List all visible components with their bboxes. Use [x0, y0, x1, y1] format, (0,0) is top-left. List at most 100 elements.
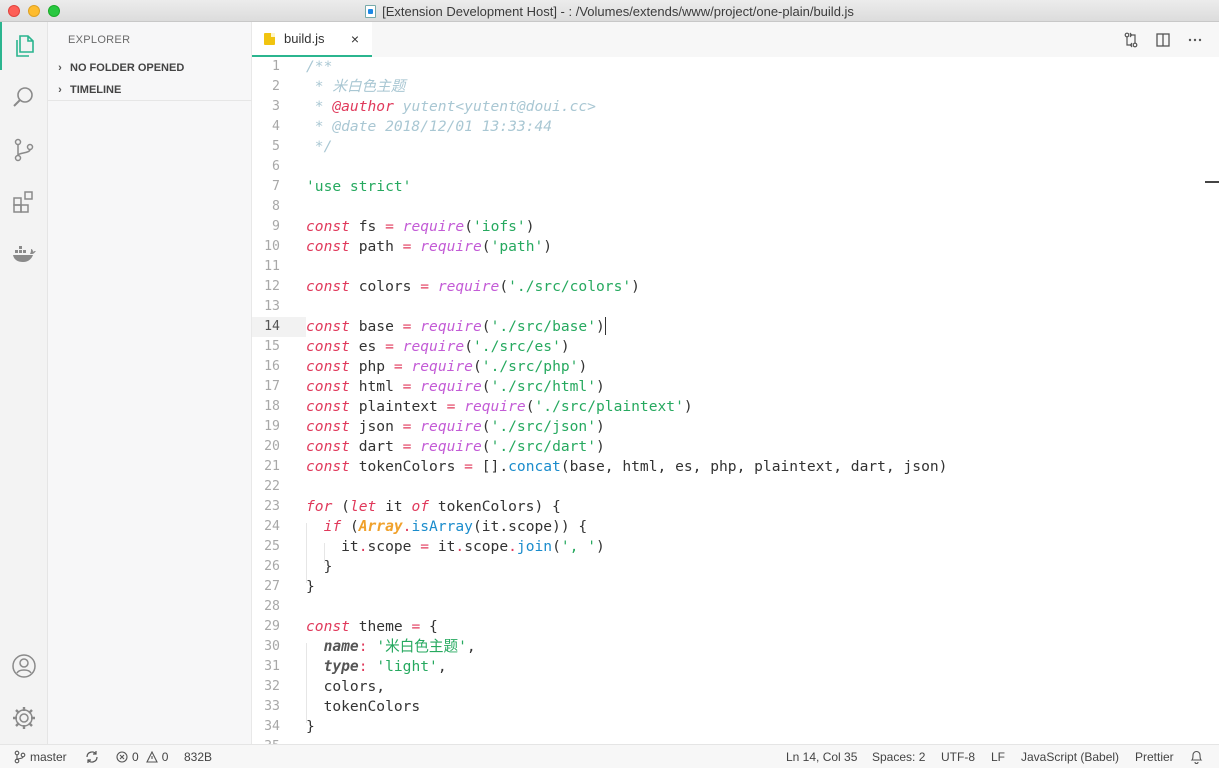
code-line[interactable]: 21 const tokenColors = [].concat(base, ht… [252, 457, 1219, 477]
sidebar-title: EXPLORER [68, 34, 131, 46]
token-fn: require [411, 358, 473, 375]
token-meth: concat [508, 458, 561, 475]
token-cm: * [306, 98, 333, 115]
token-punc: []. [472, 458, 509, 475]
code-line[interactable]: 10 const path = require('path') [252, 237, 1219, 257]
section-no-folder-opened[interactable]: › NO FOLDER OPENED [48, 57, 252, 79]
encoding[interactable]: UTF-8 [941, 745, 975, 768]
open-changes-icon[interactable] [1121, 30, 1141, 50]
files-icon[interactable] [10, 32, 38, 60]
language-mode[interactable]: JavaScript (Babel) [1021, 745, 1119, 768]
code-line[interactable]: 2 * 米白色主题 [252, 77, 1219, 97]
token-str: './src/json' [490, 418, 596, 435]
code-text: const theme = { [306, 617, 438, 637]
token-punc: ) [578, 358, 588, 375]
warning-count: 0 [161, 749, 169, 764]
token-id [306, 638, 324, 655]
branch-indicator[interactable]: master [14, 745, 67, 768]
code-text: const plaintext = require('./src/plainte… [306, 397, 693, 417]
end-of-line[interactable]: LF [991, 745, 1005, 768]
sync-button[interactable] [85, 745, 99, 768]
line-number: 14 [264, 319, 280, 334]
token-punc: ) [596, 378, 605, 395]
close-icon[interactable]: × [346, 30, 364, 48]
code-line[interactable]: 25 it.scope = it.scope.join(', ') [252, 537, 1219, 557]
code-line[interactable]: 26 } [252, 557, 1219, 577]
code-line[interactable]: 3 * @author yutent<yutent@doui.cc> [252, 97, 1219, 117]
code-line[interactable]: 24 if (Array.isArray(it.scope)) { [252, 517, 1219, 537]
code-line[interactable]: 7 'use strict' [252, 177, 1219, 197]
token-str: './src/plaintext' [534, 398, 684, 415]
more-actions-icon[interactable] [1185, 30, 1205, 50]
code-line[interactable]: 14 const base = require('./src/base') [252, 317, 1219, 337]
code-text: const dart = require('./src/dart') [306, 437, 605, 457]
notifications-button[interactable] [1190, 745, 1203, 768]
token-id: es [349, 338, 386, 355]
code-line[interactable]: 4 * @date 2018/12/01 13:33:44 [252, 117, 1219, 137]
code-line[interactable]: 35 [252, 737, 1219, 744]
cursor-position[interactable]: Ln 14, Col 35 [786, 745, 857, 768]
code-line[interactable]: 23 for (let it of tokenColors) { [252, 497, 1219, 517]
token-id: php [349, 358, 394, 375]
search-icon[interactable] [10, 84, 38, 112]
window-title-wrap: [Extension Development Host] - : /Volume… [0, 0, 1219, 22]
token-meth: isArray [411, 518, 473, 535]
section-label: NO FOLDER OPENED [70, 62, 185, 74]
token-fn: require [420, 438, 482, 455]
token-str: ', ' [560, 538, 597, 555]
section-divider [48, 100, 252, 101]
formatter[interactable]: Prettier [1135, 745, 1174, 768]
line-number: 5 [272, 139, 280, 154]
gear-icon[interactable] [10, 704, 38, 732]
code-editor[interactable]: 1/** 2 * 米白色主题 3 * @author yutent<yutent@d… [252, 57, 1219, 744]
token-punc: { [420, 618, 438, 635]
vscode-file-icon [365, 4, 377, 18]
extensions-icon[interactable] [10, 188, 38, 216]
line-number: 2 [272, 79, 280, 94]
line-number: 6 [272, 159, 280, 174]
code-line[interactable]: 30 name: '米白色主题', [252, 637, 1219, 657]
code-line[interactable]: 13 [252, 297, 1219, 317]
account-icon[interactable] [10, 652, 38, 680]
section-timeline[interactable]: › TIMELINE [48, 79, 252, 101]
indentation[interactable]: Spaces: 2 [872, 745, 925, 768]
token-fn: require [420, 418, 482, 435]
code-line[interactable]: 27} [252, 577, 1219, 597]
code-line[interactable]: 22 [252, 477, 1219, 497]
source-control-icon[interactable] [10, 136, 38, 164]
token-punc: ( [464, 338, 473, 355]
code-line[interactable]: 28 [252, 597, 1219, 617]
code-line[interactable]: 1 /** [252, 57, 1219, 77]
code-line[interactable]: 29 const theme = { [252, 617, 1219, 637]
tab-build-js[interactable]: build.js × [252, 22, 372, 57]
code-line[interactable]: 9 const fs = require('iofs') [252, 217, 1219, 237]
code-text: name: '米白色主题', [306, 637, 476, 657]
code-line[interactable]: 34} [252, 717, 1219, 737]
code-line[interactable]: 18 const plaintext = require('./src/plain… [252, 397, 1219, 417]
code-line[interactable]: 32 colors, [252, 677, 1219, 697]
editor-actions [1121, 22, 1205, 57]
token-id: json [349, 418, 403, 435]
code-line[interactable]: 19 const json = require('./src/json') [252, 417, 1219, 437]
code-line[interactable]: 16 const php = require('./src/php') [252, 357, 1219, 377]
code-line[interactable]: 33 tokenColors [252, 697, 1219, 717]
token-punc: ( [481, 418, 491, 435]
problems-indicator[interactable]: 0 0 [116, 745, 168, 768]
line-number: 20 [264, 439, 280, 454]
code-line[interactable]: 20 const dart = require('./src/dart') [252, 437, 1219, 457]
code-line[interactable]: 5 */ [252, 137, 1219, 157]
line-number: 17 [264, 379, 280, 394]
code-text: 'use strict' [306, 177, 411, 197]
code-line[interactable]: 15 const es = require('./src/es') [252, 337, 1219, 357]
code-line[interactable]: 8 [252, 197, 1219, 217]
code-line[interactable]: 6 [252, 157, 1219, 177]
docker-icon[interactable] [10, 240, 38, 268]
editor-tabs: build.js × [252, 22, 1219, 57]
code-line[interactable]: 12 const colors = require('./src/colors') [252, 277, 1219, 297]
code-line[interactable]: 17 const html = require('./src/html') [252, 377, 1219, 397]
line-number: 23 [264, 499, 280, 514]
code-line[interactable]: 31 type: 'light', [252, 657, 1219, 677]
split-editor-icon[interactable] [1153, 30, 1173, 50]
code-line[interactable]: 11 [252, 257, 1219, 277]
token-cm: * @date 2018/12/01 13:33:44 [306, 118, 553, 135]
